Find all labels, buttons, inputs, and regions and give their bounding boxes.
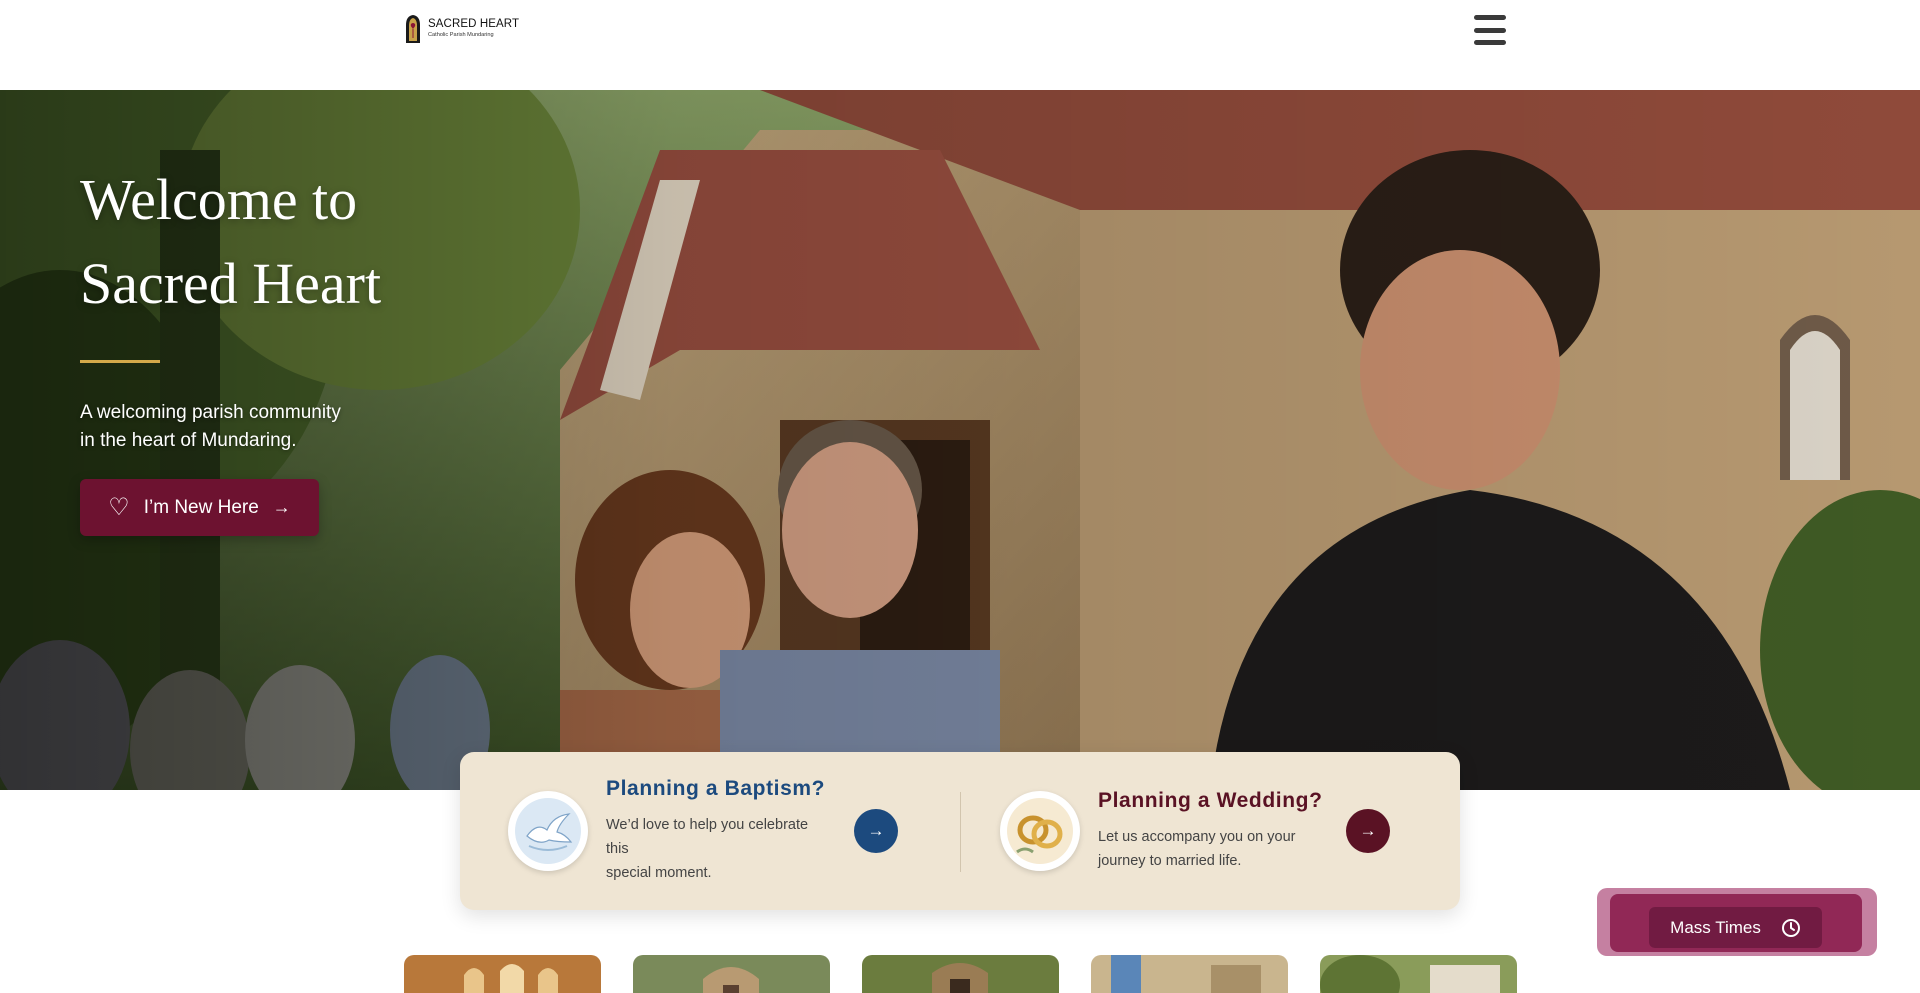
baptism-desc-line2: special moment. bbox=[606, 865, 712, 881]
arrow-right-icon: → bbox=[272, 497, 291, 517]
hero-subtitle: A welcoming parish community in the hear… bbox=[80, 399, 400, 455]
mass-times-button[interactable]: Mass Times bbox=[1649, 907, 1822, 948]
wedding-title: Planning a Wedding? bbox=[1098, 789, 1323, 812]
baptism-panel: Planning a Baptism? We’d love to help yo… bbox=[508, 752, 898, 910]
thumbnail-card[interactable] bbox=[862, 955, 1059, 993]
heart-icon: ♡ bbox=[108, 493, 130, 521]
dove-icon bbox=[508, 791, 588, 871]
wedding-description: Let us accompany you on your journey to … bbox=[1098, 825, 1326, 873]
logo-title: SACRED HEART bbox=[428, 18, 520, 31]
hero-title-line1: Welcome to bbox=[80, 167, 358, 232]
thumbnail-card[interactable] bbox=[1091, 955, 1288, 993]
clock-icon bbox=[1781, 918, 1800, 937]
baptism-desc-line1: We’d love to help you celebrate this bbox=[606, 817, 809, 857]
logo-subtitle: Catholic Parish Mundaring bbox=[428, 31, 494, 38]
hero-subtitle-line2: in the heart of Mundaring. bbox=[80, 430, 297, 451]
mass-times-frame: Mass Times bbox=[1610, 894, 1862, 952]
baptism-arrow-button[interactable]: → bbox=[854, 809, 898, 853]
hero-title: Welcome to Sacred Heart bbox=[80, 158, 600, 326]
wedding-arrow-button[interactable]: → bbox=[1346, 809, 1390, 853]
church-window-icon bbox=[406, 15, 420, 43]
wedding-desc-line2: journey to married life. bbox=[1098, 853, 1242, 869]
hero-subtitle-line1: A welcoming parish community bbox=[80, 402, 341, 423]
wedding-panel: Planning a Wedding? Let us accompany you… bbox=[1000, 752, 1390, 910]
thumbnail-card[interactable] bbox=[633, 955, 830, 993]
hero-divider bbox=[80, 360, 160, 363]
mass-times-label: Mass Times bbox=[1670, 917, 1761, 937]
hero-title-line2: Sacred Heart bbox=[80, 251, 382, 316]
site-header: SACRED HEART Catholic Parish Mundaring bbox=[0, 0, 1920, 90]
menu-bar bbox=[1474, 40, 1506, 45]
planning-card: Planning a Baptism? We’d love to help yo… bbox=[460, 752, 1460, 910]
thumbnail-card[interactable] bbox=[1320, 955, 1517, 993]
planning-divider bbox=[960, 792, 961, 872]
wedding-desc-line1: Let us accompany you on your bbox=[1098, 829, 1296, 845]
hero-section: Welcome to Sacred Heart A welcoming pari… bbox=[0, 90, 1920, 790]
menu-bar bbox=[1474, 27, 1506, 33]
site-logo[interactable]: SACRED HEART Catholic Parish Mundaring bbox=[404, 14, 519, 44]
mass-times-widget: Mass Times bbox=[1597, 888, 1877, 956]
thumbnail-card[interactable] bbox=[404, 955, 601, 993]
im-new-here-label: I’m New Here bbox=[143, 496, 259, 518]
wedding-rings-icon bbox=[1000, 791, 1080, 871]
im-new-here-button[interactable]: ♡ I’m New Here → bbox=[80, 479, 319, 536]
baptism-title: Planning a Baptism? bbox=[606, 777, 826, 800]
hero-content: Welcome to Sacred Heart A welcoming pari… bbox=[80, 158, 600, 536]
menu-bar bbox=[1474, 15, 1506, 20]
content-thumbnails bbox=[404, 955, 1517, 993]
hamburger-menu-icon[interactable] bbox=[1474, 15, 1506, 45]
baptism-description: We’d love to help you celebrate this spe… bbox=[606, 813, 834, 885]
